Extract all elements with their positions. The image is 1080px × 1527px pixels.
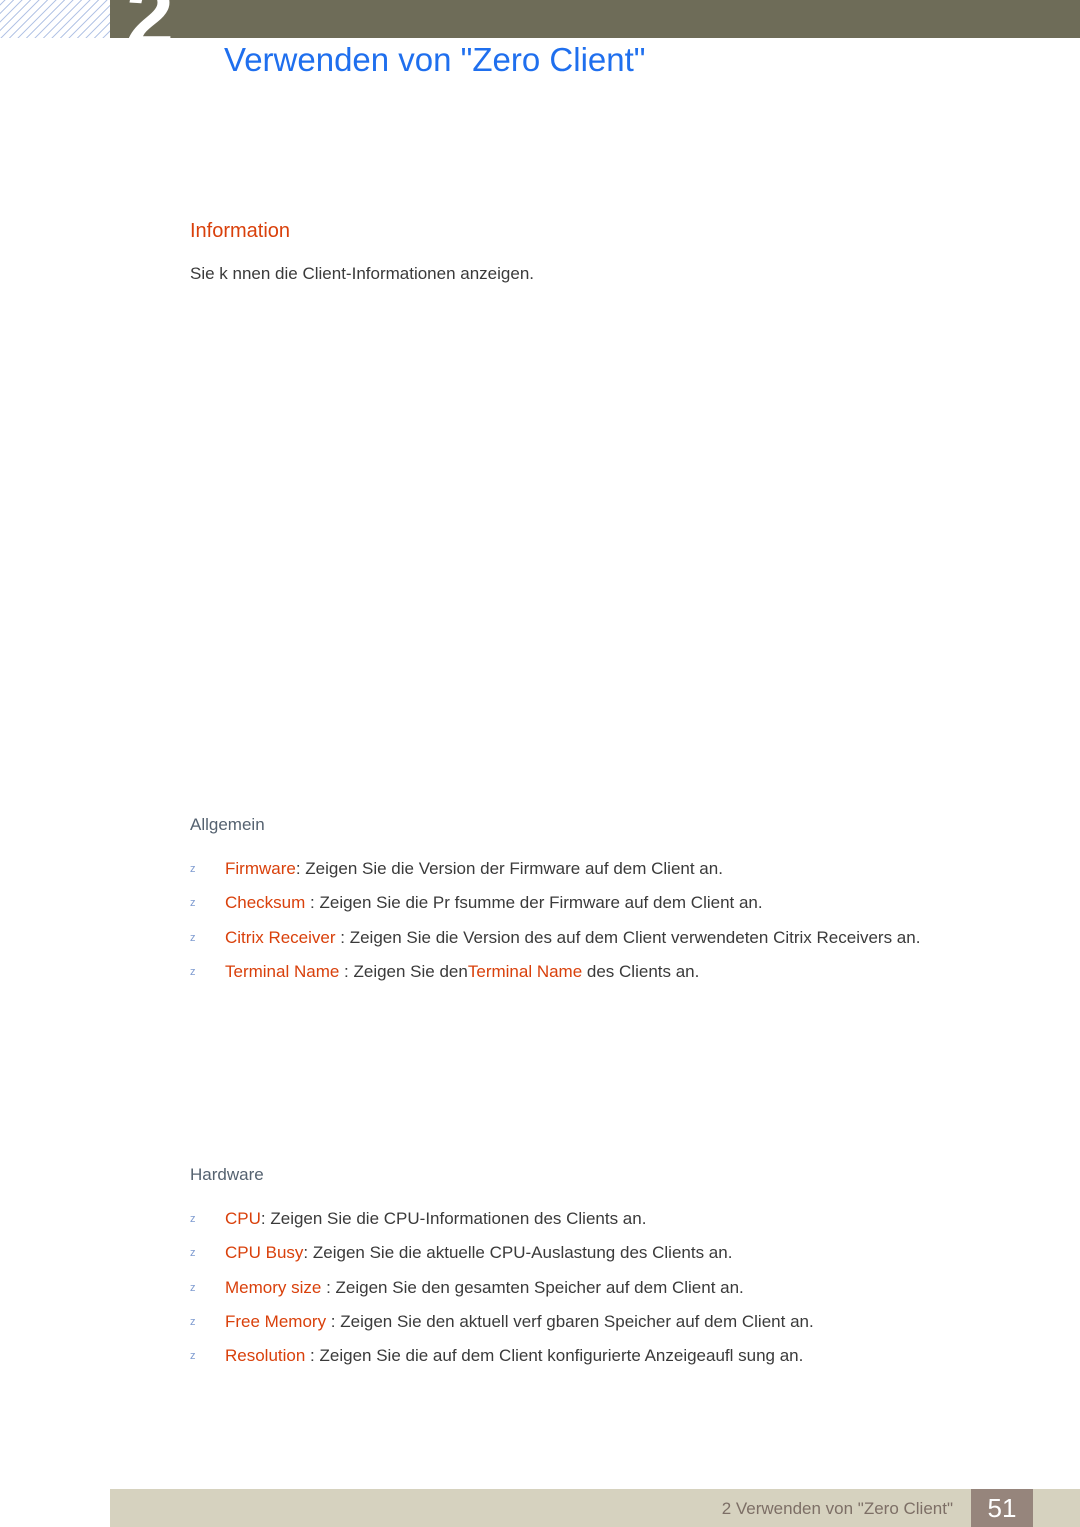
term-separator: : xyxy=(305,893,320,912)
page-header: 2 Verwenden von "Zero Client" xyxy=(0,0,1080,92)
list-item-text: Terminal Name : Zeigen Sie denTerminal N… xyxy=(225,960,699,984)
term-label: Terminal Name xyxy=(225,962,340,981)
term-description: Zeigen Sie die Version der Firmware auf … xyxy=(305,859,723,878)
section-heading-information: Information xyxy=(190,220,291,242)
list-item: z CPU Busy: Zeigen Sie die aktuelle CPU-… xyxy=(190,1241,1050,1265)
list-item: z Checksum : Zeigen Sie die Pr fsumme de… xyxy=(190,891,1050,915)
page-number-box: 51 xyxy=(971,1489,1033,1527)
bullet-icon: z xyxy=(190,1213,196,1225)
term-description: Zeigen Sie die CPU-Informationen des Cli… xyxy=(270,1209,647,1228)
term-separator: : xyxy=(335,928,350,947)
page-footer: 2 Verwenden von "Zero Client" 51 xyxy=(110,1489,1080,1527)
term-label: Free Memory xyxy=(225,1312,327,1331)
term-label: Citrix Receiver xyxy=(225,928,336,947)
bullet-icon: z xyxy=(190,1282,196,1294)
term-description: Zeigen Sie die Pr fsumme der Firmware au… xyxy=(319,893,763,912)
list-item: z Free Memory : Zeigen Sie den aktuell v… xyxy=(190,1310,1050,1334)
group-label-hardware: Hardware xyxy=(190,1165,264,1184)
term-description: Zeigen Sie den aktuell verf gbaren Speic… xyxy=(340,1312,814,1331)
header-bar xyxy=(110,0,1080,38)
list-item-text: Firmware: Zeigen Sie die Version der Fir… xyxy=(225,857,723,881)
list-item: z Terminal Name : Zeigen Sie denTerminal… xyxy=(190,960,1050,984)
footer-chapter-label: 2 Verwenden von "Zero Client" xyxy=(721,1499,953,1518)
term-label: Resolution xyxy=(225,1346,306,1365)
decorative-hatch-pattern xyxy=(0,0,112,38)
term-separator: : xyxy=(339,962,354,981)
page-number: 51 xyxy=(987,1493,1017,1523)
term-separator: : xyxy=(326,1312,341,1331)
bullet-icon: z xyxy=(190,966,196,978)
term-label: CPU xyxy=(225,1209,261,1228)
term-separator: : xyxy=(295,859,306,878)
list-item: z Resolution : Zeigen Sie die auf dem Cl… xyxy=(190,1344,1050,1368)
list-item-text: Memory size : Zeigen Sie den gesamten Sp… xyxy=(225,1276,744,1300)
term-description: Zeigen Sie die Version des auf dem Clien… xyxy=(349,928,921,947)
term-separator: : xyxy=(305,1346,320,1365)
chapter-number-text: 2 xyxy=(126,0,236,38)
term-label: Firmware xyxy=(225,859,296,878)
bullet-icon: z xyxy=(190,1316,196,1328)
list-item-text: Checksum : Zeigen Sie die Pr fsumme der … xyxy=(225,891,763,915)
bullet-icon: z xyxy=(190,863,196,875)
list-item: z Citrix Receiver : Zeigen Sie die Versi… xyxy=(190,926,1050,950)
list-item-text: CPU Busy: Zeigen Sie die aktuelle CPU-Au… xyxy=(225,1241,732,1265)
list-item: z Firmware: Zeigen Sie die Version der F… xyxy=(190,857,1050,881)
inline-term-label: Terminal Name xyxy=(467,962,583,981)
bullet-icon: z xyxy=(190,932,196,944)
term-description: Zeigen Sie den xyxy=(353,962,468,981)
list-item-text: CPU: Zeigen Sie die CPU-Informationen de… xyxy=(225,1207,646,1231)
term-separator: : xyxy=(303,1243,313,1262)
term-label: CPU Busy xyxy=(225,1243,304,1262)
term-description: Zeigen Sie die auf dem Client konfigurie… xyxy=(319,1346,804,1365)
list-item-text: Free Memory : Zeigen Sie den aktuell ver… xyxy=(225,1310,814,1334)
bullet-icon: z xyxy=(190,1350,196,1362)
list-item: z Memory size : Zeigen Sie den gesamten … xyxy=(190,1276,1050,1300)
term-description: Zeigen Sie den gesamten Speicher auf dem… xyxy=(335,1278,744,1297)
list-item-text: Citrix Receiver : Zeigen Sie die Version… xyxy=(225,926,920,950)
term-description-tail: des Clients an. xyxy=(582,962,700,981)
term-label: Memory size xyxy=(225,1278,322,1297)
group-label-allgemein: Allgemein xyxy=(190,815,265,834)
list-item: z CPU: Zeigen Sie die CPU-Informationen … xyxy=(190,1207,1050,1231)
term-separator: : xyxy=(321,1278,336,1297)
intro-paragraph: Sie k nnen die Client-Informationen anze… xyxy=(190,264,534,283)
chapter-number: 2 xyxy=(126,0,236,38)
term-separator: : xyxy=(260,1209,271,1228)
term-description: Zeigen Sie die aktuelle CPU-Auslastung d… xyxy=(312,1243,733,1262)
bullet-icon: z xyxy=(190,897,196,909)
term-label: Checksum xyxy=(225,893,306,912)
page-title: Verwenden von "Zero Client" xyxy=(224,41,646,78)
list-item-text: Resolution : Zeigen Sie die auf dem Clie… xyxy=(225,1344,803,1368)
bullet-icon: z xyxy=(190,1247,196,1259)
